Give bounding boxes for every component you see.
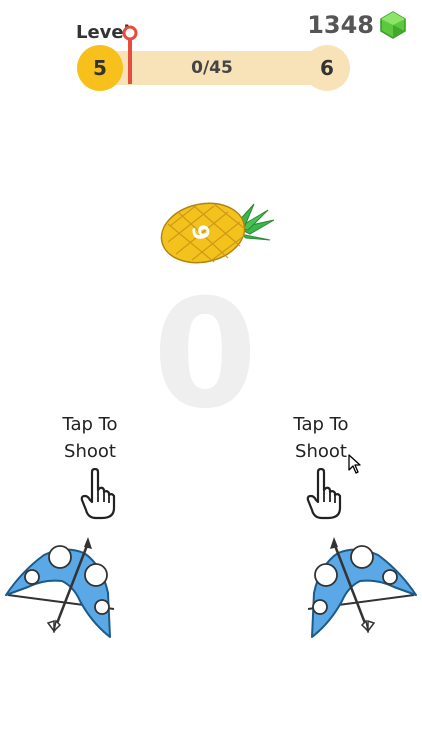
current-level-badge: 5 (77, 45, 123, 91)
right-bow[interactable] (300, 535, 418, 645)
left-bow[interactable] (4, 535, 122, 645)
tap-hand-icon (80, 468, 116, 520)
gem-icon (380, 11, 406, 39)
right-tap-line1: Tap To (293, 414, 349, 435)
next-level-badge: 6 (304, 45, 350, 91)
pineapple-target: 6 (160, 202, 275, 264)
left-tap-line1: Tap To (62, 414, 118, 435)
progress-marker-icon (122, 25, 138, 84)
tap-hand-icon (306, 468, 342, 520)
left-tap-prompt[interactable]: Tap To Shoot (50, 411, 130, 465)
mouse-cursor-icon (348, 454, 361, 474)
left-tap-line2: Shoot (64, 441, 116, 462)
gem-counter: 1348 (307, 10, 408, 40)
gem-count: 1348 (307, 11, 374, 39)
score-display: 0 (152, 268, 258, 442)
